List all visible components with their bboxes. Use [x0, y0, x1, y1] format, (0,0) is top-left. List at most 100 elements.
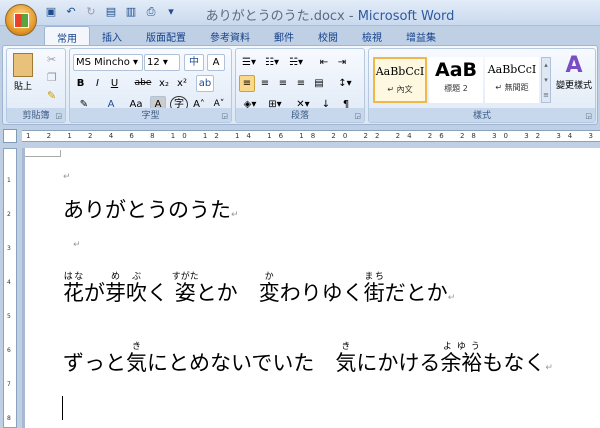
furigana: よゆう: [440, 342, 483, 352]
office-logo-icon: [14, 13, 29, 28]
increase-indent-button[interactable]: ⇥: [334, 54, 350, 71]
line-spacing-button[interactable]: ↕▾: [334, 75, 356, 92]
ruby-word: 街まち: [363, 272, 385, 305]
format-painter-icon[interactable]: ✎: [47, 89, 56, 102]
ruler-mark: 8: [7, 415, 11, 422]
copy-icon[interactable]: ❐: [47, 71, 57, 84]
tab-view[interactable]: 檢視: [350, 26, 394, 46]
furigana: き: [335, 342, 357, 352]
lyric-line-1: 花はなが芽め吹ぶく 姿すがたとか 変かわりゆく街まちだとか↵: [63, 272, 455, 307]
office-button[interactable]: [5, 4, 37, 36]
vertical-ruler[interactable]: 1 2 3 4 5 6 7 8: [3, 148, 17, 428]
style-normal[interactable]: AaBbCcI ↵ 內文: [373, 57, 427, 103]
ruby-base: 変: [258, 281, 280, 305]
document-page[interactable]: ↵ ありがとうのうた↵ ↵ 花はなが芽め吹ぶく 姿すがたとか 変かわりゆく街まち…: [22, 148, 600, 428]
dialog-launcher-icon[interactable]: ◲: [585, 112, 592, 120]
clear-formatting-button[interactable]: A: [207, 54, 225, 71]
superscript-button[interactable]: x²: [174, 75, 190, 92]
styles-label: 樣式: [369, 108, 595, 122]
ruby-base: 気: [335, 351, 357, 375]
tab-references[interactable]: 參考資料: [198, 26, 262, 46]
ruler-mark: 3: [7, 245, 11, 252]
ruby-word: 余裕よゆう: [440, 342, 483, 375]
change-styles-button[interactable]: A 變更樣式: [554, 53, 594, 91]
dialog-launcher-icon[interactable]: ◲: [354, 112, 361, 120]
ruler-mark: 1: [7, 177, 11, 184]
style-heading-2[interactable]: AaB 標題 2: [429, 57, 483, 103]
change-case-icon[interactable]: ab: [196, 75, 214, 92]
paste-button[interactable]: 貼上: [11, 53, 35, 92]
numbering-button[interactable]: ☷▾: [262, 54, 282, 71]
tab-selector-button[interactable]: [3, 129, 17, 143]
underline-button[interactable]: U: [107, 75, 122, 92]
dialog-launcher-icon[interactable]: ◲: [221, 112, 228, 120]
furigana: まち: [363, 272, 385, 282]
strikethrough-button[interactable]: abe: [132, 75, 154, 92]
align-right-button[interactable]: ≡: [275, 75, 291, 92]
ruby-word: 花はな: [63, 272, 84, 305]
paste-label: 貼上: [13, 82, 32, 92]
ruby-base: 余裕: [440, 351, 483, 375]
font-size-select[interactable]: 12 ▾: [144, 54, 180, 71]
style-name: 標題 2: [444, 84, 468, 93]
styles-scrollbar[interactable]: ▴ ▾ ≡: [541, 57, 551, 103]
text-run: だとか: [384, 281, 448, 305]
ruby-word: 吹ぶ: [126, 272, 147, 305]
tab-add-ins[interactable]: 增益集: [394, 26, 448, 46]
bold-button[interactable]: B: [73, 75, 88, 92]
tab-review[interactable]: 校閱: [306, 26, 350, 46]
align-center-button[interactable]: ≡: [257, 75, 273, 92]
align-left-button[interactable]: ≡: [239, 75, 255, 92]
paragraph-label: 段落: [236, 108, 364, 122]
tab-mailings[interactable]: 郵件: [262, 26, 306, 46]
multilevel-list-button[interactable]: ☵▾: [286, 54, 306, 71]
text-run: とか: [195, 281, 259, 305]
font-name-select[interactable]: MS Mincho ▾: [73, 54, 143, 71]
furigana: め: [105, 272, 126, 282]
style-no-spacing[interactable]: AaBbCcI ↵ 無間距: [485, 57, 539, 103]
phonetic-guide-button[interactable]: 中: [184, 54, 204, 71]
bullets-button[interactable]: ☰▾: [239, 54, 259, 71]
tab-page-layout[interactable]: 版面配置: [134, 26, 198, 46]
tab-home[interactable]: 常用: [44, 26, 90, 46]
paragraph-mark: ↵: [73, 240, 81, 250]
ruby-base: 街: [363, 281, 385, 305]
italic-button[interactable]: I: [90, 75, 105, 92]
cut-icon[interactable]: ✂: [47, 53, 56, 66]
document-title: ありがとうのうた↵: [63, 194, 239, 224]
text-run: ずっと: [63, 351, 126, 375]
font-group: MS Mincho ▾ 12 ▾ 中 A B I U abe x₂ x² ab …: [69, 48, 232, 123]
style-preview: AaBbCcI: [375, 65, 425, 78]
style-preview: AaBbCcI: [487, 63, 537, 76]
ruby-base: 花: [63, 281, 84, 305]
ruler-mark: 5: [7, 313, 11, 320]
text-run: にかける: [356, 351, 441, 375]
subscript-button[interactable]: x₂: [156, 75, 172, 92]
ruby-word: 姿すがた: [171, 272, 199, 305]
ruby-word: 気き: [335, 342, 357, 375]
paragraph-mark: ↵: [63, 172, 71, 182]
margin-corner-mark: [25, 150, 61, 157]
change-styles-label: 變更樣式: [555, 81, 592, 91]
ruby-base: 気: [126, 351, 147, 375]
title-bar: ▣ ↶ ↻ ▤ ▥ ⎙ ▾ ありがとうのうた.docx - Microsoft …: [0, 0, 600, 26]
ruby-word: 変か: [258, 272, 280, 305]
paragraph-mark: ↵: [231, 210, 239, 220]
title-text: ありがとうのうた: [63, 198, 231, 222]
paste-icon: [13, 53, 33, 77]
text-run: く: [147, 281, 175, 305]
text-run: もなく: [482, 351, 546, 375]
decrease-indent-button[interactable]: ⇤: [316, 54, 332, 71]
horizontal-ruler[interactable]: 1 2 1 2 4 6 8 10 12 14 16 18 20 22 24 26…: [0, 127, 600, 145]
ribbon: 貼上 ✂ ❐ ✎ 剪貼簿 ◲ MS Mincho ▾ 12 ▾ 中 A B I …: [2, 45, 598, 125]
style-name: ↵ 無間距: [495, 83, 529, 92]
paragraph-mark: ↵: [447, 293, 456, 303]
style-name: ↵ 內文: [387, 85, 413, 94]
justify-button[interactable]: ≡: [293, 75, 309, 92]
tab-insert[interactable]: 插入: [90, 26, 134, 46]
dialog-launcher-icon[interactable]: ◲: [55, 112, 62, 120]
distributed-button[interactable]: ▤: [311, 75, 327, 92]
ruby-base: 姿: [171, 281, 199, 305]
ruler-mark: 4: [7, 279, 11, 286]
furigana: か: [258, 272, 280, 282]
